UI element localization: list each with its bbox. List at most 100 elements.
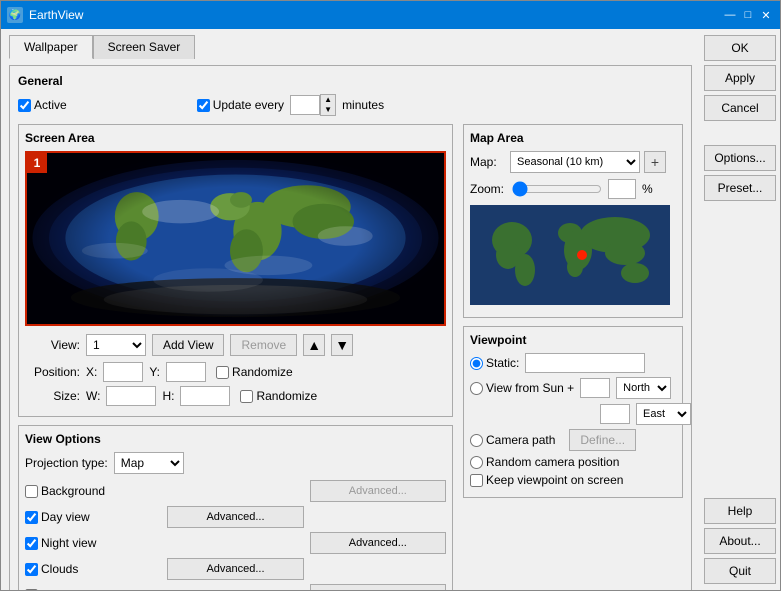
zoom-value-input[interactable]: 1 [608,179,636,199]
view-row: View: 1 Add View Remove ▲ ▼ [25,334,446,356]
cancel-button[interactable]: Cancel [704,95,776,121]
camera-path-radio-label[interactable]: Camera path [470,433,555,447]
help-button[interactable]: Help [704,498,776,524]
close-button[interactable]: ✕ [758,7,774,23]
static-radio-label[interactable]: Static: [470,356,519,370]
night-view-advanced-button[interactable]: Advanced... [310,532,446,554]
active-checkbox[interactable] [18,99,31,112]
title-bar-left: 🌍 EarthView [7,7,83,23]
background-text: Background [41,484,105,498]
day-view-label[interactable]: Day view [25,506,161,528]
projection-row: Projection type: Map Globe Flat [25,452,446,474]
camera-path-radio[interactable] [470,434,483,447]
randomize1-checkbox[interactable] [216,366,229,379]
x-input[interactable]: 0 [103,362,143,382]
general-section: General Active Update every [18,74,683,116]
maximize-button[interactable]: □ [740,7,756,23]
map-select-row: Map: Seasonal (10 km) Blue Marble Relief… [470,151,676,173]
map-add-button[interactable]: + [644,151,666,173]
remove-button[interactable]: Remove [230,334,297,356]
view-from-sun-deg-input[interactable]: 0° [580,378,610,398]
camera-path-label: Camera path [486,433,555,447]
minimize-button[interactable]: — [722,7,738,23]
general-row: Active Update every 10 ▲ ▼ [18,94,683,116]
day-view-checkbox[interactable] [25,511,38,524]
keep-viewpoint-row: Keep viewpoint on screen [470,473,676,487]
tab-screen-saver[interactable]: Screen Saver [93,35,196,59]
clouds-checkbox[interactable] [25,563,38,576]
tab-bar: Wallpaper Screen Saver [9,35,692,59]
options-button[interactable]: Options... [704,145,776,171]
y-label: Y: [149,365,160,379]
random-camera-radio[interactable] [470,456,483,469]
projection-label: Projection type: [25,456,108,470]
view-from-sun-label: View from Sun + [486,381,574,395]
minutes-label: minutes [342,98,384,112]
h-input[interactable]: 1080 [180,386,230,406]
update-value-input[interactable]: 10 [290,95,320,115]
clouds-text: Clouds [41,562,78,576]
preset-button[interactable]: Preset... [704,175,776,201]
map-area-section: Map Area Map: Seasonal (10 km) Blue Marb… [463,124,683,318]
projection-select[interactable]: Map Globe Flat [114,452,184,474]
about-button[interactable]: About... [704,528,776,554]
cities-label[interactable]: Cities [25,584,161,590]
tab-wallpaper[interactable]: Wallpaper [9,35,93,59]
window-title: EarthView [29,8,83,22]
spin-up-button[interactable]: ▲ [321,95,335,105]
keep-viewpoint-label[interactable]: Keep viewpoint on screen [470,473,623,487]
clouds-label[interactable]: Clouds [25,558,161,580]
map-area-title: Map Area [470,131,676,145]
background-label[interactable]: Background [25,480,161,502]
arrow-up-button[interactable]: ▲ [303,334,325,356]
cities-advanced-button[interactable]: Advanced... [310,584,446,590]
random-camera-radio-label[interactable]: Random camera position [470,455,619,469]
day-view-text: Day view [41,510,90,524]
keep-viewpoint-checkbox[interactable] [470,474,483,487]
north-select[interactable]: North South East West [616,377,671,399]
app-icon: 🌍 [7,7,23,23]
h-label: H: [162,389,174,403]
coords-input[interactable]: 0.00° N 0.00° E [525,353,645,373]
add-view-button[interactable]: Add View [152,334,224,356]
random-camera-label: Random camera position [486,455,619,469]
day-view-advanced-button[interactable]: Advanced... [167,506,303,528]
quit-button[interactable]: Quit [704,558,776,584]
randomize1-label[interactable]: Randomize [216,365,293,379]
background-checkbox[interactable] [25,485,38,498]
zoom-row: Zoom: 1 % [470,179,676,199]
top-button-group: OK Apply Cancel Options... Preset... [704,35,774,201]
two-col-layout: Screen Area 1 [18,124,683,590]
w-input[interactable]: 1920 [106,386,156,406]
night-view-label[interactable]: Night view [25,532,161,554]
update-checkbox-label[interactable]: Update every [197,98,284,112]
active-checkbox-label[interactable]: Active [18,98,67,112]
map-select[interactable]: Seasonal (10 km) Blue Marble Relief [510,151,640,173]
zoom-percent-label: % [642,182,653,196]
zoom-slider[interactable] [512,181,602,197]
night-view-checkbox[interactable] [25,537,38,550]
ok-button[interactable]: OK [704,35,776,61]
east-select[interactable]: East West North South [636,403,691,425]
define-button[interactable]: Define... [569,429,636,451]
cities-checkbox[interactable] [25,589,38,591]
east-deg-input[interactable]: 0° [600,404,630,424]
y-input[interactable]: 0 [166,362,206,382]
view-select[interactable]: 1 [86,334,146,356]
content-area: Wallpaper Screen Saver General Active [1,29,780,590]
static-radio[interactable] [470,357,483,370]
randomize2-label[interactable]: Randomize [240,389,317,403]
background-advanced-button[interactable]: Advanced... [310,480,446,502]
apply-button[interactable]: Apply [704,65,776,91]
spin-down-button[interactable]: ▼ [321,105,335,115]
view-from-sun-radio-label[interactable]: View from Sun + [470,381,574,395]
camera-path-row: Camera path Define... [470,429,676,451]
map-preview-svg [470,205,670,305]
position-row: Position: X: 0 Y: 0 Randomize [25,362,446,382]
randomize2-checkbox[interactable] [240,390,253,403]
view-from-sun-radio[interactable] [470,382,483,395]
clouds-advanced-button[interactable]: Advanced... [167,558,303,580]
x-label: X: [86,365,97,379]
update-checkbox[interactable] [197,99,210,112]
arrow-down-button[interactable]: ▼ [331,334,353,356]
